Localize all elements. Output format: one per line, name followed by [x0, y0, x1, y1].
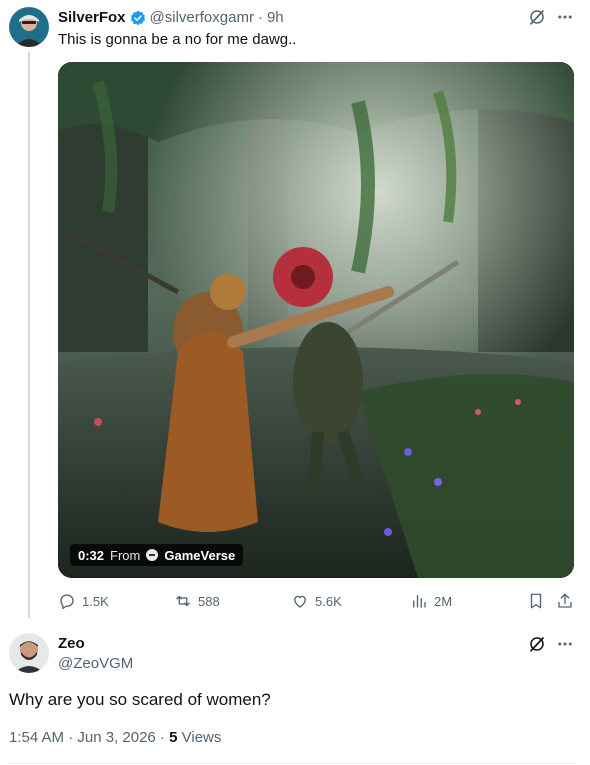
bookmark-button[interactable]: [527, 592, 545, 615]
repost-icon: [176, 595, 190, 607]
reply-grok-icon[interactable]: [528, 635, 546, 653]
tweet-header: SilverFox @silverfoxgamr · 9h: [58, 9, 284, 26]
avatar[interactable]: [9, 7, 49, 47]
video-source[interactable]: GameVerse: [164, 548, 235, 563]
video-from-label: From: [110, 547, 141, 563]
repost-button[interactable]: 588: [174, 592, 220, 610]
reply-count: 1.5K: [82, 593, 109, 609]
reply-meta: 1:54 AM · Jun 3, 2026 · 5 Views: [9, 729, 221, 746]
like-button[interactable]: 5.6K: [291, 592, 342, 610]
share-icon: [558, 593, 572, 608]
bottom-divider: [9, 763, 575, 764]
reply-views-label: Views: [181, 729, 222, 746]
heart-icon: [294, 595, 306, 608]
bookmark-icon: [530, 593, 542, 609]
view-count: 2M: [434, 593, 453, 609]
reply-more-options-icon[interactable]: [556, 635, 574, 653]
separator-dot: ·: [257, 9, 263, 26]
display-name[interactable]: SilverFox: [58, 9, 126, 26]
video-player[interactable]: 0:32 From GameVerse: [58, 62, 574, 578]
tweet-time[interactable]: 9h: [267, 9, 284, 26]
reply-display-name[interactable]: Zeo: [58, 635, 85, 652]
reply-icon: [60, 594, 74, 610]
verified-badge-icon: [130, 10, 146, 26]
repost-count: 588: [198, 593, 220, 609]
analytics-icon: [413, 595, 426, 608]
video-frame: [58, 62, 574, 578]
thread-line: [28, 52, 30, 618]
video-info-pill: 0:32 From GameVerse: [70, 544, 244, 566]
share-button[interactable]: [556, 592, 574, 615]
tweet-text: This is gonna be a no for me dawg..: [58, 31, 297, 48]
reply-button[interactable]: 1.5K: [58, 592, 109, 610]
reply-text: Why are you so scared of women?: [9, 690, 271, 709]
reply-handle[interactable]: @ZeoVGM: [58, 655, 133, 672]
source-logo-icon: [146, 549, 159, 561]
handle[interactable]: @silverfoxgamr: [150, 9, 254, 26]
more-options-icon[interactable]: [556, 8, 574, 26]
video-duration: 0:32: [78, 547, 105, 563]
reply-timestamp[interactable]: 1:54 AM · Jun 3, 2026 ·: [9, 729, 165, 746]
grok-icon[interactable]: [528, 8, 546, 26]
like-count: 5.6K: [315, 593, 342, 609]
views-button[interactable]: 2M: [410, 592, 452, 610]
reply-avatar[interactable]: [9, 633, 49, 673]
reply-views-count: 5: [169, 729, 178, 746]
